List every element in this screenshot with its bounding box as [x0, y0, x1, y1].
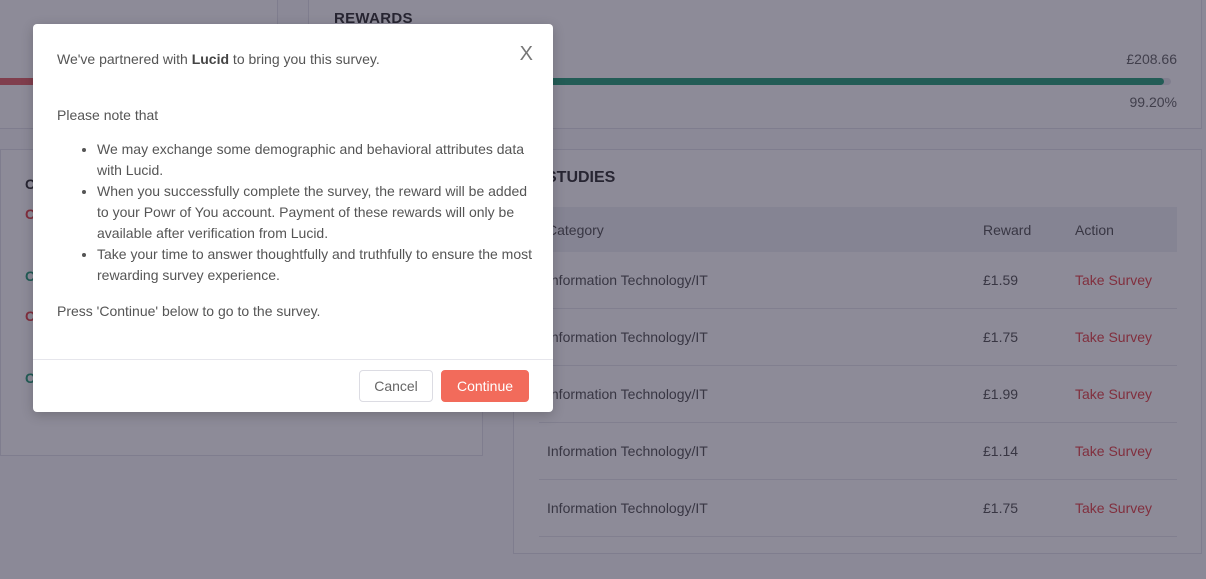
dialog-bullet-list: We may exchange some demographic and beh… [57, 139, 537, 286]
partner-survey-dialog: X We've partnered with Lucid to bring yo… [33, 24, 553, 412]
dialog-note: Please note that [57, 107, 159, 123]
dialog-intro: We've partnered with Lucid to bring you … [57, 50, 487, 68]
dialog-instruction: Press 'Continue' below to go to the surv… [57, 303, 321, 319]
close-icon[interactable]: X [520, 44, 533, 64]
partner-name: Lucid [191, 51, 230, 67]
list-item: When you successfully complete the surve… [97, 181, 537, 244]
cancel-button[interactable]: Cancel [359, 370, 433, 402]
list-item: We may exchange some demographic and beh… [97, 139, 537, 181]
intro-suffix: to bring you this survey. [229, 51, 380, 67]
list-item: Take your time to answer thoughtfully an… [97, 244, 537, 286]
page: REWARDS £208.66 99.20% C C C C C STUDIES… [0, 0, 1206, 579]
continue-button[interactable]: Continue [441, 370, 529, 402]
intro-prefix: We've partnered with [57, 51, 192, 67]
dialog-footer: Cancel Continue [33, 359, 553, 413]
